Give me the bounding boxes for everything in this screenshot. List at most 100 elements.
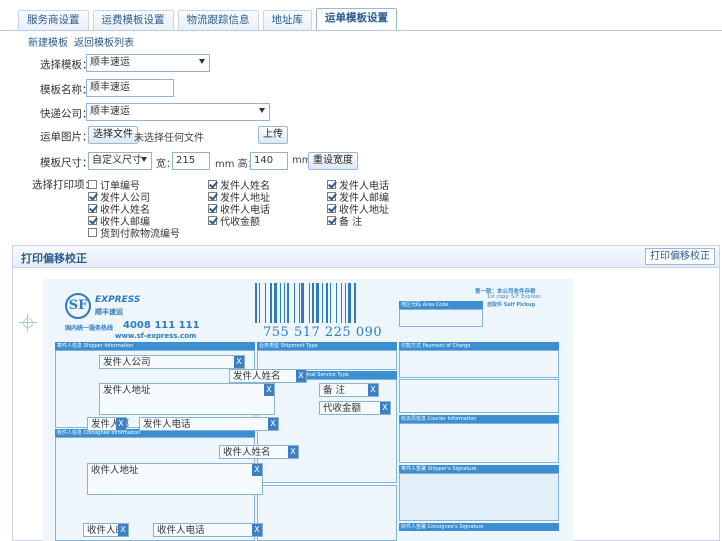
charge-section (257, 485, 397, 541)
tab-logistics-tracking[interactable]: 物流跟踪信息 (177, 10, 259, 30)
barcode-stripe (311, 283, 314, 323)
consignee-signature-header: 收件人签署 Consignee's Signature (399, 523, 559, 531)
hotline-number: 4008 111 111 (123, 320, 200, 331)
sender-name-field[interactable]: 发件人姓名 X (229, 369, 307, 383)
size-dropdown[interactable]: 自定义尺寸 (88, 152, 152, 170)
print-offset-button[interactable]: 打印偏移校正 (645, 248, 715, 265)
sender-phone-field[interactable]: 发件人电话 X (139, 417, 279, 431)
barcode-stripe (326, 283, 329, 323)
chevron-down-icon (199, 59, 205, 64)
sender-zip-field[interactable]: 发件人邮 X (87, 417, 129, 431)
checkbox (327, 216, 336, 225)
sf-logo: SF (65, 293, 91, 319)
brand-name-cn: 顺丰速运 (95, 308, 123, 316)
close-icon[interactable]: X (288, 446, 298, 458)
choose-file-button[interactable]: 选择文件 (88, 126, 138, 144)
tab-address-book[interactable]: 地址库 (262, 10, 312, 30)
width-input[interactable]: 215 (172, 152, 210, 170)
remark-field[interactable]: 备 注X (319, 383, 379, 397)
close-icon[interactable]: X (118, 524, 128, 536)
copy-label-en: 1st copy: S.F. Express (487, 294, 541, 300)
close-icon[interactable]: X (380, 402, 390, 414)
area-code-cell (399, 309, 483, 327)
barcode-stripe (259, 283, 261, 323)
recipient-address-field[interactable]: 收件人地址 X (87, 463, 263, 495)
panel-header: 打印偏移校正 打印偏移校正 (13, 246, 719, 268)
barcode-stripe (353, 283, 356, 323)
close-icon[interactable]: X (252, 524, 262, 536)
select-template-dropdown[interactable]: 顺丰速运 (86, 54, 210, 72)
template-name-input[interactable]: 顺丰速运 (86, 79, 174, 97)
sender-address-field[interactable]: 发件人地址 X (99, 383, 275, 415)
new-template-link[interactable]: 新建模板 (28, 34, 68, 49)
chevron-down-icon (259, 108, 265, 113)
shipment-type-header: 业务类型 Shipment Type (257, 342, 397, 350)
print-offset-panel: 打印偏移校正 打印偏移校正 SF EXPRESS 顺丰速运 国内统一服务热线 4… (12, 245, 720, 541)
height-input[interactable]: 140 (250, 152, 288, 170)
close-icon[interactable]: X (296, 370, 306, 382)
barcode-stripe (321, 283, 323, 323)
print-item-cod-amount[interactable]: 代收金额 (208, 213, 260, 228)
checkbox (208, 192, 217, 201)
panel-title: 打印偏移校正 (21, 252, 87, 265)
cod-amount-field[interactable]: 代收金额 X (319, 401, 391, 415)
barcode-stripe (284, 283, 285, 323)
barcode-stripe (273, 283, 277, 323)
chevron-down-icon (141, 157, 147, 162)
template-size-label: 模板尺寸： (40, 157, 93, 169)
barcode-stripe (265, 283, 267, 323)
barcode-stripe (279, 283, 281, 323)
close-icon[interactable]: X (264, 384, 274, 396)
barcode-stripe (308, 283, 310, 323)
barcode-stripe (347, 283, 351, 323)
area-code-header: 地区代码 Area Code (399, 301, 483, 309)
size-value: 自定义尺寸 (92, 155, 142, 166)
self-pickup-label: 自取件 Self Pickup (487, 302, 536, 308)
waybill-canvas: SF EXPRESS 顺丰速运 国内统一服务热线 4008 111 111 ww… (43, 279, 573, 541)
close-icon[interactable]: X (116, 418, 126, 430)
barcode-stripe (301, 283, 305, 323)
barcode-stripe (294, 283, 296, 323)
shipper-info-header: 寄件人信息 Shipper Information (55, 342, 255, 350)
print-items-label: 选择打印项： (32, 179, 95, 191)
barcode-stripe (315, 283, 319, 323)
close-icon[interactable]: X (252, 464, 262, 476)
barcode-stripe (340, 283, 342, 323)
checkbox (88, 216, 97, 225)
barcode-stripe (269, 283, 272, 323)
checkbox (327, 180, 336, 189)
close-icon[interactable]: X (368, 384, 378, 396)
sender-company-field[interactable]: 发件人公司 X (99, 355, 245, 369)
website: www.sf-express.com (115, 332, 197, 340)
no-file-text: 未选择任何文件 (134, 133, 204, 144)
close-icon[interactable]: X (268, 418, 278, 430)
barcode-stripe (336, 283, 338, 323)
recipient-phone-field[interactable]: 收件人电话 X (153, 523, 263, 537)
tab-service-provider[interactable]: 服务商设置 (18, 10, 89, 30)
back-to-list-link[interactable]: 返回模板列表 (74, 34, 134, 49)
select-template-label: 选择模板： (40, 59, 93, 71)
recipient-name-field[interactable]: 收件人姓名 X (219, 445, 299, 459)
recipient-zip-field[interactable]: 收件人邮 X (83, 523, 129, 537)
crosshair-icon (19, 314, 37, 332)
tab-waybill-template[interactable]: 运单模板设置 (316, 8, 397, 30)
checkbox (208, 216, 217, 225)
payment-header: 付款方式 Payment of Charge (399, 342, 559, 350)
checkbox (88, 204, 97, 213)
courier-label: 快递公司： (40, 108, 93, 120)
checkbox (208, 180, 217, 189)
checkbox (327, 192, 336, 201)
upload-button[interactable]: 上传 (258, 126, 288, 144)
checkbox (327, 204, 336, 213)
courier-info-header: 收派员信息 Courier Information (399, 415, 559, 423)
reset-size-button[interactable]: 重设宽度 (308, 152, 358, 170)
courier-dropdown[interactable]: 顺丰速运 (86, 103, 270, 121)
barcode-stripe (298, 283, 300, 323)
checkbox (88, 228, 97, 237)
print-item-cod-logistics-number[interactable]: 货到付款物流编号 (88, 225, 180, 240)
hotline-label: 国内统一服务热线 (65, 325, 114, 332)
tab-freight-template[interactable]: 运费模板设置 (92, 10, 174, 30)
close-icon[interactable]: X (234, 356, 244, 368)
print-item-remark[interactable]: 备 注 (327, 213, 362, 228)
panel-body: SF EXPRESS 顺丰速运 国内统一服务热线 4008 111 111 ww… (13, 269, 719, 541)
